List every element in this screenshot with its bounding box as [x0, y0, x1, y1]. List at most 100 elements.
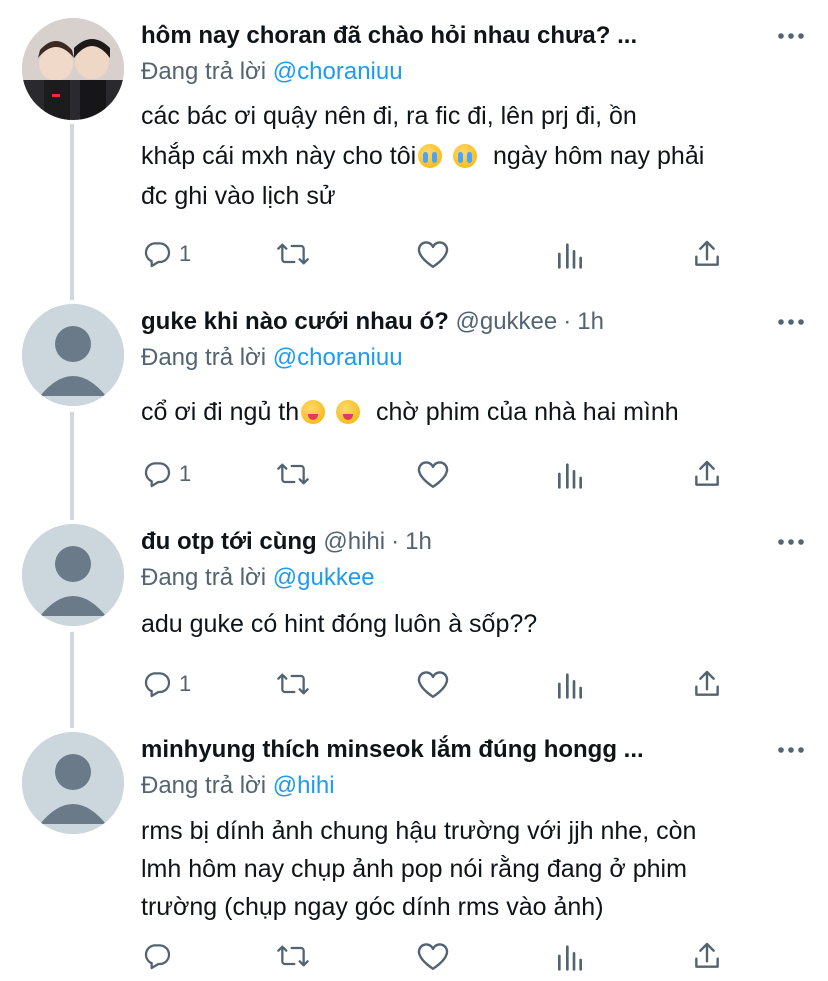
tweet-text-line: khắp cái mxh này cho tôi ngày hôm nay ph…	[141, 136, 801, 176]
retweet-button[interactable]	[275, 454, 311, 494]
text-segment: chờ phim của nhà hai mình	[376, 398, 679, 426]
analytics-button[interactable]	[554, 936, 586, 976]
retweet-icon	[277, 463, 309, 485]
more-options-icon[interactable]	[776, 530, 806, 554]
display-name[interactable]: đu otp tới cùng	[141, 528, 317, 555]
tweet-header: đu otp tới cùng @hihi · 1h	[141, 524, 432, 560]
replying-to-label: Đang trả lời	[141, 58, 267, 85]
reply-icon	[144, 944, 171, 970]
retweet-icon	[277, 945, 309, 967]
replying-to: Đang trả lời @hihi	[141, 772, 335, 800]
avatar[interactable]	[22, 304, 124, 406]
reply-button[interactable]: 1	[141, 664, 191, 704]
analytics-icon	[558, 463, 582, 489]
heart-icon	[417, 461, 449, 488]
tweet-text: adu guke có hint đóng luôn à sốp??	[141, 604, 801, 644]
analytics-button[interactable]	[554, 454, 586, 494]
tweet-text-line: đc ghi vào lịch sử	[141, 182, 336, 210]
analytics-icon	[558, 243, 582, 269]
avatar[interactable]	[22, 732, 124, 834]
tweet-text: cổ ơi đi ngủ th chờ phim của nhà hai mìn…	[141, 392, 801, 432]
reply-mention-link[interactable]: @choraniuu	[273, 344, 403, 371]
like-button[interactable]	[416, 664, 450, 704]
separator-dot: ·	[563, 308, 572, 335]
yum-emoji-icon	[336, 400, 361, 424]
tweet[interactable]: đu otp tới cùng @hihi · 1h Đang trả lời @g…	[0, 524, 828, 724]
reply-button[interactable]: 1	[141, 454, 191, 494]
analytics-button[interactable]	[554, 664, 586, 704]
heart-icon	[417, 943, 449, 970]
analytics-icon	[558, 673, 582, 699]
replying-to: Đang trả lời @choraniuu	[141, 58, 403, 86]
replying-to-label: Đang trả lời	[141, 564, 267, 591]
handle[interactable]: @hihi	[323, 528, 385, 555]
tweet[interactable]: hôm nay choran đã chào hỏi nhau chưa? ..…	[0, 18, 828, 298]
timestamp[interactable]: 1h	[405, 528, 432, 555]
reply-mention-link[interactable]: @hihi	[273, 772, 335, 799]
reply-count: 1	[179, 461, 192, 486]
more-options-icon[interactable]	[776, 738, 806, 762]
like-button[interactable]	[416, 234, 450, 274]
crying-emoji-icon	[418, 144, 443, 168]
share-icon	[695, 240, 719, 266]
tweet-text-line: trường (chụp ngay góc dính rms vào ảnh)	[141, 893, 604, 921]
more-options-icon[interactable]	[776, 24, 806, 48]
tweet-text: rms bị dính ảnh chung hậu trường với jjh…	[141, 812, 801, 926]
reply-count: 1	[179, 671, 192, 696]
action-bar: 1	[141, 454, 741, 494]
tweet-text-line: rms bị dính ảnh chung hậu trường với jjh…	[141, 817, 697, 845]
display-name[interactable]: minhyung thích minseok lắm đúng hongg ..…	[141, 736, 644, 763]
analytics-icon	[558, 945, 582, 971]
replying-to-label: Đang trả lời	[141, 344, 267, 371]
replying-to: Đang trả lời @choraniuu	[141, 344, 403, 372]
yum-emoji-icon	[301, 400, 326, 424]
handle[interactable]: @gukkee	[455, 308, 557, 335]
share-button[interactable]	[691, 936, 723, 976]
action-bar	[141, 936, 741, 976]
retweet-icon	[277, 673, 309, 695]
retweet-button[interactable]	[275, 936, 311, 976]
reply-mention-link[interactable]: @choraniuu	[273, 58, 403, 85]
retweet-button[interactable]	[275, 664, 311, 704]
reply-icon	[144, 242, 171, 268]
retweet-icon	[277, 243, 309, 265]
tweet-header: guke khi nào cưới nhau ó? @gukkee · 1h	[141, 304, 604, 340]
tweet[interactable]: minhyung thích minseok lắm đúng hongg ..…	[0, 732, 828, 981]
more-options-icon[interactable]	[776, 310, 806, 334]
text-segment: ngày hôm nay phải	[493, 142, 705, 170]
separator-dot: ·	[391, 528, 400, 555]
heart-icon	[417, 671, 449, 698]
timestamp[interactable]: 1h	[577, 308, 604, 335]
reply-button[interactable]	[141, 936, 179, 976]
share-button[interactable]	[691, 664, 723, 704]
tweet-text-line: adu guke có hint đóng luôn à sốp??	[141, 610, 538, 638]
tweet-header: minhyung thích minseok lắm đúng hongg ..…	[141, 732, 644, 768]
action-bar: 1	[141, 234, 741, 274]
reply-mention-link[interactable]: @gukkee	[273, 564, 375, 591]
tweet-header: hôm nay choran đã chào hỏi nhau chưa? ..…	[141, 18, 637, 54]
replying-to-label: Đang trả lời	[141, 772, 267, 799]
tweet-text-line: lmh hôm nay chụp ảnh pop nói rằng đang ở…	[141, 855, 687, 883]
reply-icon	[144, 462, 171, 488]
tweet-text: các bác ơi quậy nên đi, ra fic đi, lên p…	[141, 96, 801, 216]
tweet-text-line: các bác ơi quậy nên đi, ra fic đi, lên p…	[141, 102, 637, 130]
display-name[interactable]: hôm nay choran đã chào hỏi nhau chưa? ..…	[141, 22, 637, 49]
tweet-text-line: cổ ơi đi ngủ th chờ phim của nhà hai mìn…	[141, 392, 801, 432]
tweet[interactable]: guke khi nào cưới nhau ó? @gukkee · 1h Đan…	[0, 304, 828, 516]
retweet-button[interactable]	[275, 234, 311, 274]
avatar[interactable]	[22, 18, 124, 120]
replying-to: Đang trả lời @gukkee	[141, 564, 375, 592]
display-name[interactable]: guke khi nào cưới nhau ó?	[141, 308, 449, 335]
avatar[interactable]	[22, 524, 124, 626]
share-button[interactable]	[691, 454, 723, 494]
reply-count: 1	[179, 241, 192, 266]
share-icon	[695, 942, 719, 968]
heart-icon	[417, 241, 449, 268]
share-button[interactable]	[691, 234, 723, 274]
crying-emoji-icon	[453, 144, 478, 168]
like-button[interactable]	[416, 936, 450, 976]
reply-button[interactable]: 1	[141, 234, 191, 274]
like-button[interactable]	[416, 454, 450, 494]
share-icon	[695, 460, 719, 486]
analytics-button[interactable]	[554, 234, 586, 274]
